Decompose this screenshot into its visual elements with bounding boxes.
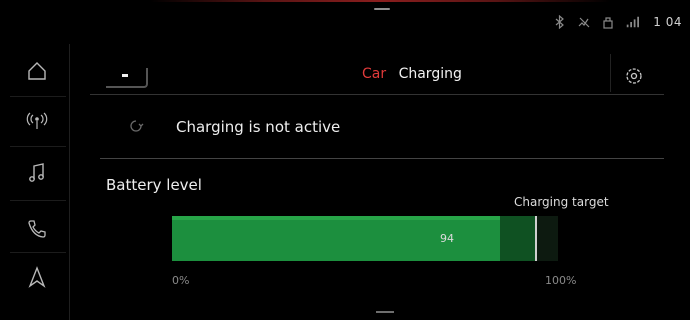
charging-target-value: 94 — [440, 232, 454, 245]
charging-target-marker[interactable] — [535, 216, 537, 261]
back-indicator — [122, 74, 128, 77]
signal-icon — [625, 15, 640, 29]
mute-icon — [577, 15, 591, 29]
battery-target-range — [500, 216, 535, 261]
clock: 1 04 — [653, 15, 682, 29]
header-bar: Car Charging — [90, 54, 664, 95]
radio-button[interactable] — [20, 104, 54, 138]
charging-status-text: Charging is not active — [176, 118, 341, 136]
charging-target-label: Charging target — [514, 195, 609, 209]
nav-separator — [10, 200, 66, 201]
battery-level-label: Battery level — [106, 176, 202, 194]
settings-button[interactable] — [620, 62, 648, 90]
nav-separator — [10, 146, 66, 147]
charging-status-icon — [126, 116, 146, 136]
status-bar: 1 04 — [553, 12, 682, 32]
scale-min-label: 0% — [172, 274, 190, 287]
bottom-drag-handle[interactable] — [376, 311, 394, 313]
charging-status-row[interactable]: Charging is not active — [100, 94, 664, 159]
nav-separator — [10, 252, 66, 253]
navigation-button[interactable] — [20, 260, 54, 294]
home-button[interactable] — [20, 54, 54, 88]
scale-max-label: 100% — [545, 274, 577, 287]
battery-level-bar[interactable] — [172, 216, 558, 261]
car-screen: 1 04 Car Charging Charging is not active… — [0, 0, 690, 320]
title-charging: Charging — [398, 66, 462, 82]
radio-icon — [26, 112, 48, 129]
back-button[interactable] — [100, 60, 158, 94]
sidebar-divider — [69, 44, 70, 320]
profile-icon — [601, 15, 615, 29]
bluetooth-icon — [553, 15, 567, 29]
page-title: Car Charging — [362, 66, 462, 82]
main-content: Car Charging Charging is not active Batt… — [90, 54, 664, 320]
nav-separator — [10, 96, 66, 97]
phone-icon — [28, 220, 46, 238]
settings-divider — [610, 54, 611, 92]
sidebar — [0, 44, 70, 320]
phone-button[interactable] — [20, 212, 54, 246]
music-button[interactable] — [20, 156, 54, 190]
top-glow — [150, 0, 610, 2]
music-icon — [29, 163, 44, 182]
navigation-icon — [28, 266, 46, 288]
breadcrumb-car[interactable]: Car — [362, 66, 386, 82]
home-icon — [28, 62, 46, 80]
top-drag-handle[interactable] — [374, 8, 390, 10]
gear-icon — [626, 68, 642, 84]
back-tab-shape — [106, 68, 148, 88]
